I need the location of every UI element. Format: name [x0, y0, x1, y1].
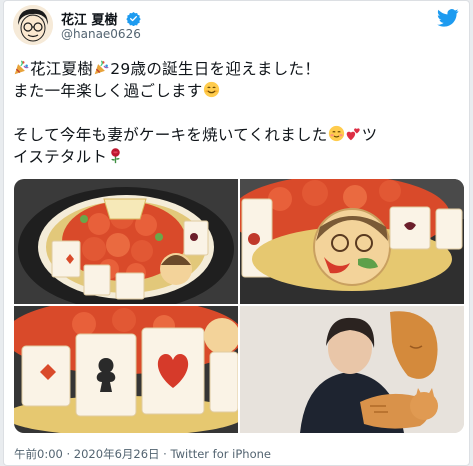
tweet-line-1: 花江夏樹 29歳の誕生日を迎えました！ [13, 58, 459, 80]
tweet-text-2: また一年楽しく過ごします [13, 82, 203, 100]
tweet-line-3: そして今年も妻がケーキを焼いてくれました ツ [13, 124, 459, 146]
tweet-name-text: 花江夏樹 [30, 60, 94, 78]
tweet-body: 花江夏樹 29歳の誕生日を迎えました！ また一年楽しく過ごします そして今年も妻が… [13, 58, 459, 168]
tweet-time[interactable]: 午前0:00 [14, 447, 63, 461]
tweet-text-4: イステタルト [13, 148, 108, 166]
tweet-date[interactable]: 2020年6月26日 [74, 447, 160, 461]
party-popper-icon [93, 59, 110, 76]
two-hearts-icon [345, 125, 362, 142]
person-with-cat-photo[interactable] [240, 306, 464, 433]
tweet-header: 花江 夏樹 @hanae0626 [13, 5, 459, 45]
cake-closeup-photo[interactable] [240, 179, 464, 304]
tweet-birthday-text: 29歳の誕生日を迎えました！ [110, 60, 321, 78]
smiling-face-icon [203, 81, 220, 98]
cake-top-photo[interactable] [14, 179, 238, 304]
footer-separator: · [66, 447, 71, 461]
user-handle[interactable]: @hanae0626 [61, 27, 141, 41]
tweet-card: 花江 夏樹 @hanae0626 花江夏樹 29歳の誕生日を迎えました！ また一年… [3, 0, 470, 466]
party-popper-icon [13, 59, 30, 76]
tweet-source[interactable]: Twitter for iPhone [170, 447, 271, 461]
footer-separator: · [163, 447, 167, 461]
tweet-line-4: イステタルト [13, 146, 459, 168]
cake-side-photo[interactable] [14, 306, 238, 433]
smiling-blush-icon [328, 125, 345, 142]
tweet-text-3-tail: ツ [361, 126, 378, 144]
avatar[interactable] [13, 5, 53, 45]
tweet-text-3: そして今年も妻がケーキを焼いてくれました [13, 126, 328, 144]
twitter-bird-icon[interactable] [437, 9, 459, 27]
display-name[interactable]: 花江 夏樹 [61, 9, 118, 28]
media-grid [14, 179, 464, 433]
verified-badge-icon [125, 11, 141, 27]
rose-icon [107, 147, 124, 164]
tweet-line-2: また一年楽しく過ごします [13, 80, 459, 102]
tweet-footer: 午前0:00 · 2020年6月26日 · Twitter for iPhone [14, 446, 271, 462]
